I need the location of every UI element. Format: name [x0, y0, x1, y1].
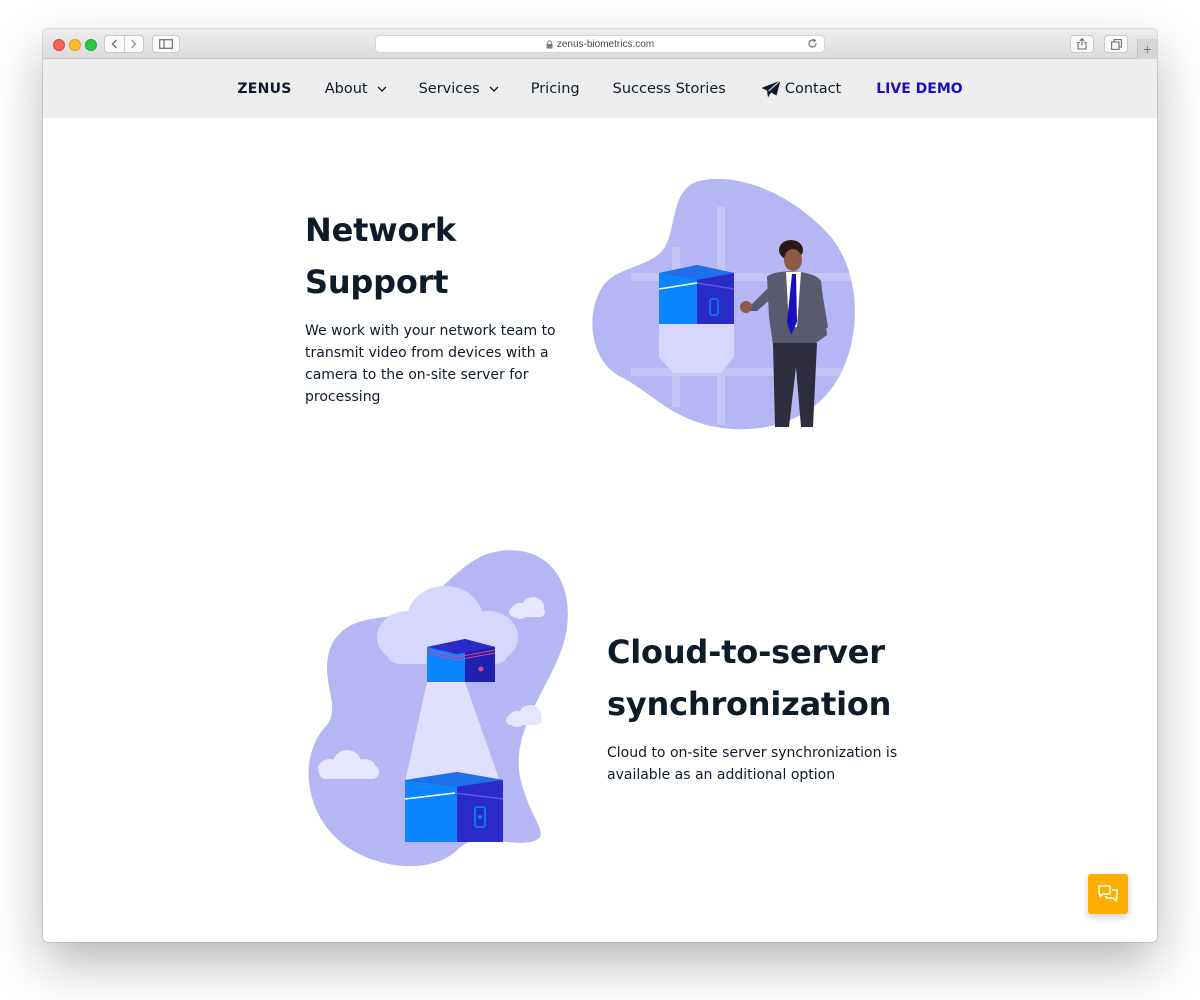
chevron-left-icon [111, 39, 117, 49]
forward-button[interactable] [123, 36, 143, 52]
nav-services-label: Services [418, 80, 480, 97]
cloud-sync-description: Cloud to on-site server synchronization … [607, 745, 898, 783]
tabs-icon [1110, 38, 1122, 50]
history-nav-group [104, 35, 144, 53]
chat-bubbles-icon [1098, 885, 1118, 902]
paper-plane-icon [761, 79, 781, 98]
nav-about[interactable]: About [325, 81, 387, 97]
browser-titlebar: zenus-biometrics.com + [43, 29, 1157, 59]
heading-line: Cloud-to-server [607, 633, 885, 671]
server-icon [426, 639, 496, 682]
network-support-heading: Network Support [305, 204, 575, 308]
browser-window: zenus-biometrics.com + ZENUS About Servi… [43, 29, 1157, 942]
nav-about-label: About [324, 80, 368, 97]
heading-line: Network [305, 211, 456, 249]
chevron-down-icon [377, 86, 387, 92]
close-window-button[interactable] [53, 39, 65, 51]
reload-icon[interactable] [807, 38, 818, 49]
chevron-down-icon [489, 86, 499, 92]
minimize-window-button[interactable] [69, 39, 81, 51]
server-icon [658, 265, 735, 324]
nav-contact-label: Contact [784, 80, 842, 97]
heading-line: synchronization [607, 685, 892, 723]
sidebar-toggle-button[interactable] [152, 35, 180, 53]
zoom-window-button[interactable] [85, 39, 97, 51]
site-navigation: ZENUS About Services Pricing Success Sto… [43, 59, 1157, 118]
nav-success-stories[interactable]: Success Stories [613, 81, 726, 97]
site-logo[interactable]: ZENUS [237, 81, 291, 97]
server-icon [404, 772, 504, 842]
new-tab-button[interactable]: + [1137, 39, 1157, 59]
address-bar[interactable]: zenus-biometrics.com [375, 35, 825, 53]
network-support-description: We work with your network team to transm… [305, 323, 556, 405]
nav-pricing[interactable]: Pricing [531, 81, 580, 97]
sidebar-icon [159, 39, 173, 49]
back-button[interactable] [105, 36, 124, 52]
cloud-sync-illustration [308, 550, 568, 867]
nav-contact[interactable]: Contact [761, 79, 842, 98]
address-url: zenus-biometrics.com [556, 38, 655, 50]
share-button[interactable] [1070, 35, 1094, 53]
show-tabs-button[interactable] [1104, 35, 1128, 53]
share-icon [1077, 38, 1087, 50]
nav-services[interactable]: Services [419, 81, 499, 97]
network-support-illustration [592, 178, 855, 430]
heading-line: Support [305, 263, 449, 301]
lock-icon [546, 39, 553, 49]
chevron-right-icon [131, 39, 137, 49]
nav-live-demo[interactable]: LIVE DEMO [876, 81, 962, 97]
cloud-sync-heading: Cloud-to-server synchronization [607, 626, 927, 730]
chat-button[interactable] [1088, 874, 1128, 914]
